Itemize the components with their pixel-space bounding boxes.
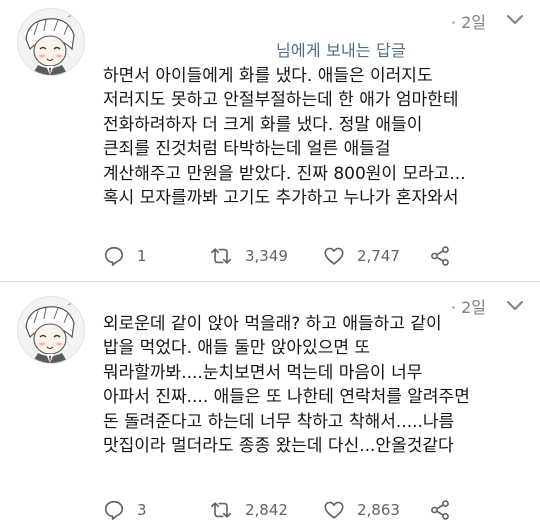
heart-icon xyxy=(324,501,344,519)
share-icon xyxy=(431,500,449,520)
tweet-card[interactable]: · 2일 외로운데 같이 앉아 먹을래? 하고 애들하고 같이 밥을 먹었다. … xyxy=(0,282,540,525)
heart-icon xyxy=(324,247,344,265)
tweet-text: 하면서 아이들에게 화를 냈다. 애들은 이러지도 저러지도 못하고 안절부절하… xyxy=(103,64,528,210)
tweet-time[interactable]: · 2일 xyxy=(451,9,486,33)
tweet-actions: 1 3,349 2,747 xyxy=(103,244,523,268)
tweet-line: 뭐라할까봐....눈치보면서 먹는데 마음이 너무 xyxy=(103,362,423,383)
like-button[interactable]: 2,747 xyxy=(323,244,400,268)
like-count: 2,863 xyxy=(357,501,400,519)
tweet-line: 외로운데 같이 앉아 먹을래? 하고 애들하고 같이 xyxy=(103,314,442,334)
tweet-line: 혹시 모자를까봐 고기도 추가하고 누나가 혼자와서 xyxy=(103,188,459,209)
share-icon xyxy=(431,246,449,266)
tweet-card[interactable]: · 2일 님에게 보내는 답글 하면서 아이들에게 화를 냈다. 애들은 이러지… xyxy=(0,0,540,281)
reply-to-label[interactable]: 님에게 보내는 답글 xyxy=(276,37,406,61)
tweet-text: 외로운데 같이 앉아 먹을래? 하고 애들하고 같이 밥을 먹었다. 애들 둘만… xyxy=(103,312,528,458)
like-button[interactable]: 2,863 xyxy=(323,498,400,522)
tweet-line: 밥을 먹었다. 애들 둘만 앉아있으면 또 xyxy=(103,338,371,359)
avatar-illustration xyxy=(18,9,84,75)
reply-icon xyxy=(104,246,124,266)
share-button[interactable] xyxy=(429,244,463,268)
retweet-icon xyxy=(211,248,231,264)
reply-button[interactable]: 1 xyxy=(103,244,147,268)
avatar[interactable] xyxy=(17,296,85,364)
tweet-line: 저러지도 못하고 안절부절하는데 한 애가 엄마한테 xyxy=(103,90,459,111)
caret-down-icon[interactable] xyxy=(506,12,524,26)
tweet-line: 맛집이라 멀더라도 종종 왔는데 다신...안올것같다 xyxy=(103,436,454,457)
retweet-count: 3,349 xyxy=(245,247,288,265)
reply-icon xyxy=(104,500,124,520)
tweet-line: 돈 돌려준다고 하는데 너무 착하고 착해서.....나름 xyxy=(103,411,455,432)
reply-count: 1 xyxy=(137,247,147,265)
retweet-button[interactable]: 2,842 xyxy=(209,498,288,522)
reply-button[interactable]: 3 xyxy=(103,498,147,522)
reply-count: 3 xyxy=(137,501,147,519)
retweet-count: 2,842 xyxy=(245,501,288,519)
caret-down-icon[interactable] xyxy=(506,298,524,312)
avatar-illustration xyxy=(18,297,84,363)
like-count: 2,747 xyxy=(357,247,400,265)
tweet-line: 전화하려하자 더 크게 화를 냈다. 정말 애들이 xyxy=(103,114,423,135)
avatar[interactable] xyxy=(17,8,85,76)
retweet-icon xyxy=(211,502,231,518)
tweet-line: 큰죄를 진것처럼 타박하는데 얼른 애들걸 xyxy=(103,139,391,160)
retweet-button[interactable]: 3,349 xyxy=(209,244,288,268)
tweet-actions: 3 2,842 2,863 xyxy=(103,498,523,522)
share-button[interactable] xyxy=(429,498,463,522)
tweet-line: 계산해주고 만원을 받았다. 진짜 800원이 모라고... xyxy=(103,163,466,184)
tweet-line: 하면서 아이들에게 화를 냈다. 애들은 이러지도 xyxy=(103,66,433,86)
tweet-line: 아파서 진짜.... 애들은 또 나한테 연락처를 알려주면 xyxy=(103,387,470,408)
